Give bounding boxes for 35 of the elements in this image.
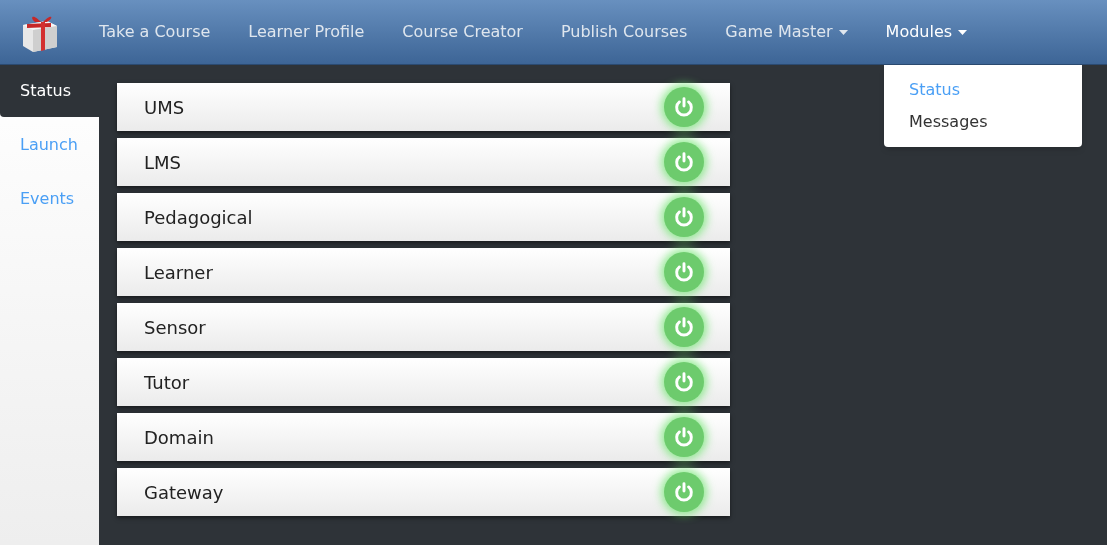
module-name: Tutor	[144, 370, 190, 395]
power-icon	[673, 316, 695, 338]
sidebar-tab[interactable]: Status	[0, 65, 99, 117]
power-button[interactable]	[664, 307, 704, 347]
power-button[interactable]	[664, 87, 704, 127]
nav-link[interactable]: Course Creator	[384, 0, 541, 64]
nav-link[interactable]: Take a Course	[81, 0, 229, 64]
power-button[interactable]	[664, 142, 704, 182]
module-name: LMS	[144, 150, 181, 175]
power-button[interactable]	[664, 417, 704, 457]
power-icon	[673, 426, 695, 448]
power-button[interactable]	[664, 472, 704, 512]
power-icon	[673, 371, 695, 393]
power-icon	[673, 261, 695, 283]
nav-link[interactable]: Publish Courses	[542, 0, 706, 64]
module-name: Pedagogical	[144, 205, 253, 230]
menu-item[interactable]: Messages	[884, 106, 1082, 138]
nav-link[interactable]: Modules	[867, 0, 986, 64]
power-button[interactable]	[664, 252, 704, 292]
sidebar-tab[interactable]: Launch	[0, 119, 99, 171]
module-name: Gateway	[144, 480, 224, 505]
nav-link[interactable]: Game Master	[707, 0, 866, 64]
power-button[interactable]	[664, 197, 704, 237]
nav-link[interactable]: Learner Profile	[230, 0, 383, 64]
module-name: Sensor	[144, 315, 206, 340]
sidebar-tab[interactable]: Events	[0, 173, 99, 225]
power-icon	[673, 481, 695, 503]
menu-item[interactable]: Status	[884, 74, 1082, 106]
module-name: Domain	[144, 425, 214, 450]
power-icon	[673, 206, 695, 228]
module-name: Learner	[144, 260, 213, 285]
module-name: UMS	[144, 95, 185, 120]
power-icon	[673, 96, 695, 118]
power-button[interactable]	[664, 362, 704, 402]
power-icon	[673, 151, 695, 173]
